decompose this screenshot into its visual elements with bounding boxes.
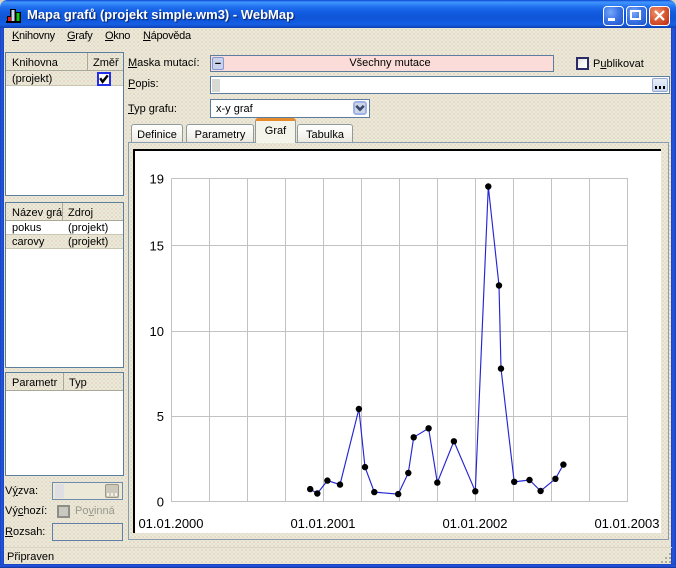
svg-text:01.01.2002: 01.01.2002 <box>442 516 507 531</box>
svg-text:01.01.2000: 01.01.2000 <box>138 516 203 531</box>
svg-text:19: 19 <box>150 172 164 187</box>
svg-text:5: 5 <box>157 409 164 424</box>
svg-text:10: 10 <box>150 324 164 339</box>
svg-text:0: 0 <box>157 495 164 510</box>
svg-text:15: 15 <box>150 239 164 254</box>
svg-text:01.01.2003: 01.01.2003 <box>594 516 659 531</box>
svg-text:01.01.2001: 01.01.2001 <box>290 516 355 531</box>
